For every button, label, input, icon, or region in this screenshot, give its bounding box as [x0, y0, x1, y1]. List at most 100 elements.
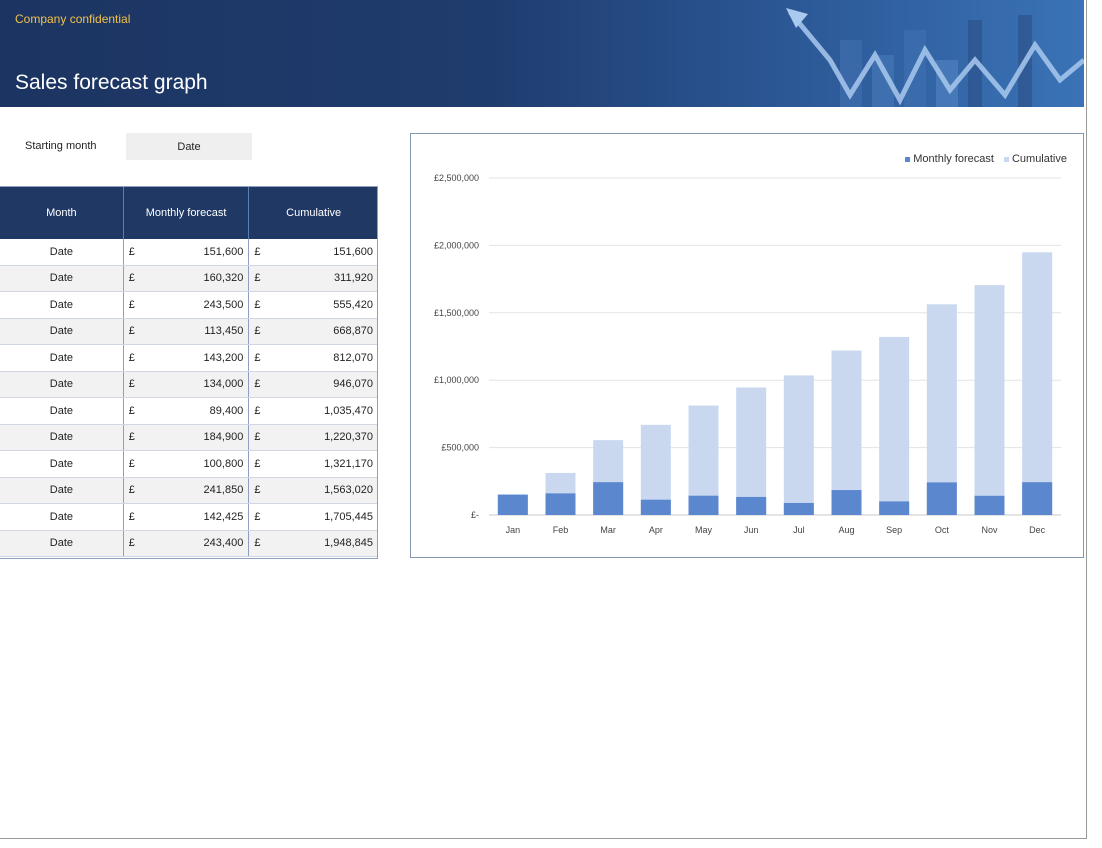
cumulative-cell[interactable]: 1,563,020: [269, 477, 378, 504]
currency-cell[interactable]: £: [123, 265, 144, 292]
month-cell[interactable]: Date: [0, 503, 124, 531]
monthly-forecast-cell[interactable]: 113,450: [143, 318, 250, 345]
month-cell[interactable]: Date: [0, 265, 124, 292]
bar-monthly-forecast[interactable]: [926, 482, 957, 515]
currency-cell[interactable]: £: [248, 291, 270, 319]
currency-cell[interactable]: £: [123, 477, 144, 504]
table-row: Date £89,400 £1,035,470: [0, 397, 378, 425]
cumulative-cell[interactable]: 1,321,170: [269, 450, 378, 478]
month-cell[interactable]: Date: [0, 477, 124, 504]
monthly-forecast-cell[interactable]: 100,800: [143, 450, 250, 478]
y-tick-label: £500,000: [441, 443, 479, 453]
bar-monthly-forecast[interactable]: [783, 502, 814, 515]
y-tick-label: £2,000,000: [434, 240, 479, 250]
currency-cell[interactable]: £: [123, 291, 144, 319]
cumulative-cell[interactable]: 812,070: [269, 344, 378, 372]
currency-cell[interactable]: £: [123, 450, 144, 478]
month-cell[interactable]: Date: [0, 530, 124, 557]
bar-monthly-forecast[interactable]: [688, 495, 719, 515]
bar-monthly-forecast[interactable]: [736, 496, 767, 515]
currency-cell[interactable]: £: [123, 318, 144, 345]
x-tick-label: Sep: [886, 525, 902, 535]
cumulative-cell[interactable]: 555,420: [269, 291, 378, 319]
currency-cell[interactable]: £: [248, 265, 270, 292]
cumulative-cell[interactable]: 151,600: [269, 239, 378, 266]
table-row: Date £184,900 £1,220,370: [0, 424, 378, 451]
month-cell[interactable]: Date: [0, 344, 124, 372]
table-row: Date £113,450 £668,870: [0, 318, 378, 345]
table-row: Date £243,400 £1,948,845: [0, 530, 378, 557]
page-title: Sales forecast graph: [15, 71, 208, 94]
currency-cell[interactable]: £: [248, 530, 270, 557]
legend-item-monthly: Monthly forecast: [905, 153, 994, 165]
table-row: Date £160,320 £311,920: [0, 265, 378, 292]
x-tick-label: Jan: [506, 525, 521, 535]
currency-cell[interactable]: £: [123, 424, 144, 451]
monthly-forecast-cell[interactable]: 151,600: [143, 239, 250, 266]
month-cell[interactable]: Date: [0, 397, 124, 425]
monthly-forecast-cell[interactable]: 243,400: [143, 530, 250, 557]
currency-cell[interactable]: £: [123, 344, 144, 372]
bar-monthly-forecast[interactable]: [1022, 482, 1053, 515]
cumulative-cell[interactable]: 311,920: [269, 265, 378, 292]
bar-cumulative[interactable]: [783, 375, 814, 515]
currency-cell[interactable]: £: [248, 450, 270, 478]
monthly-forecast-cell[interactable]: 241,850: [143, 477, 250, 504]
month-cell[interactable]: Date: [0, 291, 124, 319]
currency-cell[interactable]: £: [248, 239, 270, 266]
month-cell[interactable]: Date: [0, 239, 124, 266]
x-tick-label: Jun: [744, 525, 759, 535]
monthly-forecast-cell[interactable]: 89,400: [143, 397, 250, 425]
bar-monthly-forecast[interactable]: [974, 495, 1005, 515]
currency-cell[interactable]: £: [248, 371, 270, 398]
monthly-forecast-cell[interactable]: 160,320: [143, 265, 250, 292]
month-cell[interactable]: Date: [0, 424, 124, 451]
worksheet: Company confidential Sales forecast grap…: [0, 0, 1087, 839]
y-tick-label: £-: [471, 510, 479, 520]
currency-cell[interactable]: £: [123, 371, 144, 398]
starting-month-label: Starting month: [25, 140, 97, 152]
month-cell[interactable]: Date: [0, 318, 124, 345]
currency-cell[interactable]: £: [123, 530, 144, 557]
monthly-forecast-cell[interactable]: 134,000: [143, 371, 250, 398]
bar-cumulative[interactable]: [974, 285, 1005, 515]
monthly-forecast-cell[interactable]: 142,425: [143, 503, 250, 531]
currency-cell[interactable]: £: [123, 239, 144, 266]
cumulative-cell[interactable]: 946,070: [269, 371, 378, 398]
currency-cell[interactable]: £: [248, 477, 270, 504]
bar-monthly-forecast[interactable]: [831, 490, 862, 515]
cumulative-cell[interactable]: 1,220,370: [269, 424, 378, 451]
chart-legend: Monthly forecast Cumulative: [905, 153, 1067, 165]
legend-label-cumulative: Cumulative: [1011, 153, 1067, 165]
bar-monthly-forecast[interactable]: [640, 499, 671, 515]
cumulative-cell[interactable]: 668,870: [269, 318, 378, 345]
bar-cumulative[interactable]: [1022, 252, 1053, 515]
bar-cumulative[interactable]: [736, 387, 767, 515]
forecast-table: Month Monthly forecast Cumulative Date £1…: [0, 186, 378, 557]
bar-monthly-forecast[interactable]: [545, 493, 576, 515]
bar-cumulative[interactable]: [879, 336, 910, 515]
cumulative-cell[interactable]: 1,705,445: [269, 503, 378, 531]
currency-cell[interactable]: £: [123, 503, 144, 531]
cumulative-cell[interactable]: 1,948,845: [269, 530, 378, 557]
currency-cell[interactable]: £: [248, 503, 270, 531]
currency-cell[interactable]: £: [248, 344, 270, 372]
table-row: Date £142,425 £1,705,445: [0, 503, 378, 531]
currency-cell[interactable]: £: [248, 397, 270, 425]
currency-cell[interactable]: £: [248, 424, 270, 451]
month-cell[interactable]: Date: [0, 371, 124, 398]
starting-month-input[interactable]: Date: [126, 133, 252, 160]
bar-monthly-forecast[interactable]: [879, 501, 910, 515]
monthly-forecast-cell[interactable]: 143,200: [143, 344, 250, 372]
sales-forecast-chart[interactable]: £- £500,000 £1,000,000 £1,500,000 £2,000,000…: [410, 133, 1084, 558]
monthly-forecast-cell[interactable]: 243,500: [143, 291, 250, 319]
cumulative-cell[interactable]: 1,035,470: [269, 397, 378, 425]
y-tick-label: £2,500,000: [434, 173, 479, 183]
x-tick-label: Dec: [1029, 525, 1046, 535]
currency-cell[interactable]: £: [123, 397, 144, 425]
bar-monthly-forecast[interactable]: [593, 482, 624, 515]
currency-cell[interactable]: £: [248, 318, 270, 345]
bar-monthly-forecast[interactable]: [497, 494, 528, 515]
month-cell[interactable]: Date: [0, 450, 124, 478]
monthly-forecast-cell[interactable]: 184,900: [143, 424, 250, 451]
